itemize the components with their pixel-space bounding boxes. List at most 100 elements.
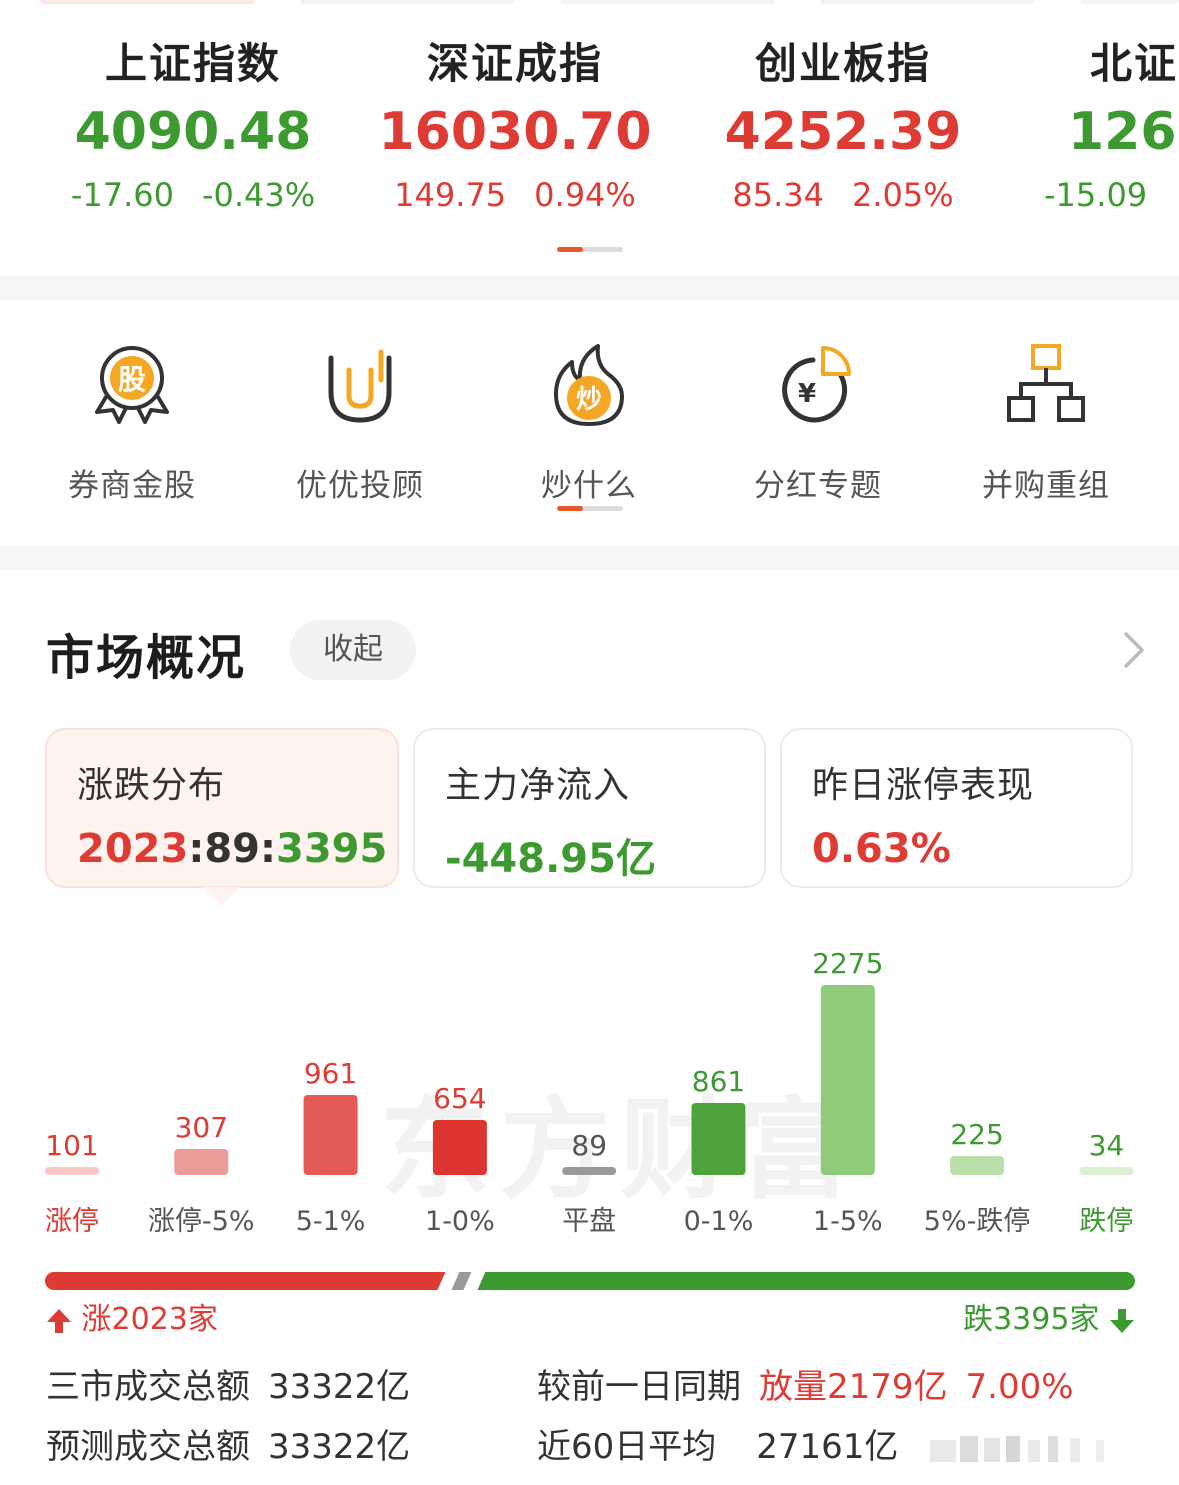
shortcut-what-to-trade[interactable]: 炒 炒什么 [489,340,689,505]
index-change-percent: 2.05% [851,176,954,214]
index-carousel[interactable]: 上证指数 4090.48 -17.60 -0.43% 深证成指 16030.70 … [0,20,1179,270]
chart-bar [820,985,875,1175]
arrow-down-icon [1110,1308,1134,1333]
fall-total-text: 跌3395家 [963,1302,1100,1337]
separator: : [188,826,205,872]
chart-value-label: 961 [304,1057,357,1090]
shortcut-label: 炒什么 [541,468,637,504]
chart-value-label: 101 [45,1129,98,1162]
index-change-amount: 149.75 [394,176,507,214]
chart-category-label: 跌停 [1079,1206,1133,1237]
chart-bar [174,1149,229,1175]
card-value: 2023:89:3395 [77,826,397,872]
broker-stock-badge-icon: 股 [95,346,169,424]
turnover-average-label: 近60日平均 [537,1427,717,1467]
index-change-amount: -15.09 [1044,176,1148,214]
index-name: 创业板指 [754,39,931,88]
rise-fall-ratio-bar [45,1272,1135,1290]
index-card-beijing[interactable]: 北证 1265 -15.09 [1040,38,1179,220]
collapse-button[interactable]: 收起 [290,620,416,680]
index-name: 深证成指 [426,39,603,88]
rise-total-text: 涨2023家 [81,1302,218,1337]
chart-value-label: 89 [571,1129,607,1162]
turnover-forecast-row: 预测成交总额 33322亿 [46,1422,410,1472]
index-value: 4252.39 [724,102,962,162]
index-name: 北证 [1090,39,1179,88]
index-card-shenzhen[interactable]: 深证成指 16030.70 149.75 0.94% [350,38,680,220]
index-change: -15.09 [1040,170,1179,220]
card-main-net-inflow[interactable]: 主力净流入 -448.95亿 [413,728,766,888]
separator: : [260,826,276,872]
shortcut-pager-indicator [557,506,623,511]
chart-category-label: 1-0% [425,1206,495,1237]
svg-text:股: 股 [118,363,146,396]
chart-value-label: 861 [692,1065,745,1098]
chart-value-label: 2275 [812,947,883,980]
shortcut-broker-stocks[interactable]: 股 券商金股 [32,340,232,505]
index-change: -17.60 -0.43% [28,170,358,220]
turnover-forecast-label: 预测成交总额 [46,1427,250,1467]
fall-count: 3395 [276,826,388,872]
ratio-rise-segment [45,1272,446,1290]
index-change-amount: -17.60 [70,176,174,214]
turnover-average-value: 27161亿 [756,1427,899,1467]
svg-text:炒: 炒 [576,385,602,415]
shortcut-dividend-topics[interactable]: ¥ 分红专题 [718,340,918,505]
flame-trade-icon: 炒 [554,344,624,426]
card-title: 主力净流入 [445,765,631,806]
turnover-total-label: 三市成交总额 [46,1367,250,1407]
shortcut-mergers[interactable]: 并购重组 [946,340,1146,505]
ratio-fall-segment [477,1272,1135,1290]
chart-bar [950,1156,1005,1175]
turnover-total-row: 三市成交总额 33322亿 [46,1362,410,1412]
index-value: 16030.70 [378,102,652,162]
chart-bar [1079,1167,1134,1175]
org-structure-icon [1007,344,1085,422]
index-change-amount: 85.34 [732,176,824,214]
yen-pie-icon: ¥ [782,346,851,423]
index-change-percent: -0.43% [201,176,316,214]
turnover-average-row: 近60日平均 27161亿 [537,1422,898,1472]
chart-category-label: 1-5% [813,1206,883,1237]
svg-text:¥: ¥ [798,379,816,409]
card-yesterday-limit-up[interactable]: 昨日涨停表现 0.63% [780,728,1133,888]
card-rise-fall-distribution[interactable]: 涨跌分布 2023:89:3395 [45,728,399,888]
chart-bar [45,1167,99,1175]
arrow-up-icon [47,1308,71,1333]
shortcut-label: 分红专题 [754,468,882,504]
chart-value-label: 307 [175,1111,228,1144]
flat-count: 89 [204,826,260,872]
top-tab-remnants [0,0,1179,8]
turnover-compare-row: 较前一日同期 放量2179亿 7.00% [537,1362,1074,1412]
fall-total-label: 跌3395家 [963,1300,1135,1340]
section-divider [0,276,1179,300]
turnover-compare-text: 放量2179亿 [759,1367,948,1407]
rise-total-label: 涨2023家 [46,1300,218,1340]
card-title: 涨跌分布 [77,765,226,806]
youyou-advisor-icon [328,349,392,423]
chart-category-label: 涨停 [45,1206,99,1237]
shortcut-label: 券商金股 [68,468,196,504]
shortcut-youyou-advisor[interactable]: 优优投顾 [260,340,460,505]
chart-value-label: 225 [950,1118,1003,1151]
index-name: 上证指数 [104,39,281,88]
index-card-shanghai[interactable]: 上证指数 4090.48 -17.60 -0.43% [28,38,358,220]
card-value: 0.63% [812,826,951,872]
turnover-compare-label: 较前一日同期 [537,1367,741,1407]
active-card-pointer [204,887,240,905]
chart-category-label: 5%-跌停 [924,1206,1031,1237]
shortcut-label: 并购重组 [982,468,1110,504]
index-pager-indicator [557,247,623,252]
rise-count: 2023 [77,826,189,872]
chart-category-label: 0-1% [684,1206,754,1237]
chart-category-label: 涨停-5% [148,1206,255,1237]
index-value: 4090.48 [74,102,312,162]
turnover-total-value: 33322亿 [268,1367,411,1407]
chart-value-label: 34 [1089,1129,1125,1162]
shortcut-label: 优优投顾 [296,468,424,504]
index-change: 85.34 2.05% [678,170,1008,220]
rise-fall-distribution-chart: 101 涨停 307 涨停-5% 961 5-1% 654 1-0% 89 平盘 861 0-1% 22… [45,947,1134,1237]
chart-category-label: 平盘 [562,1206,616,1237]
index-card-chinext[interactable]: 创业板指 4252.39 85.34 2.05% [678,38,1008,220]
chevron-right-icon[interactable] [1118,630,1148,670]
